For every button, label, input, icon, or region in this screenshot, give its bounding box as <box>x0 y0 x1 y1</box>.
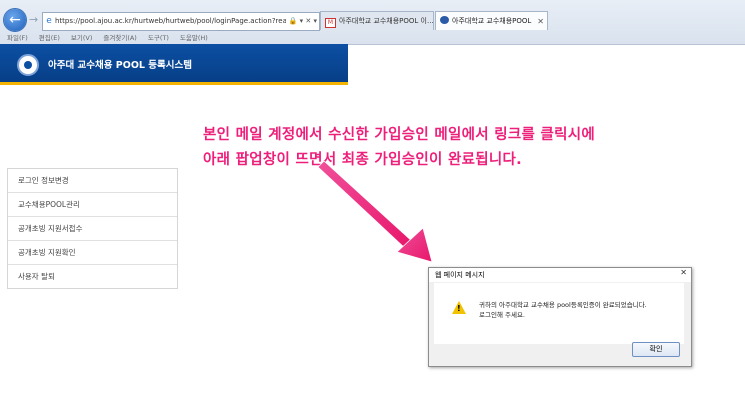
menu-favorites[interactable]: 즐겨찾기(A) <box>103 34 136 42</box>
menu-file[interactable]: 파일(F) <box>7 34 28 42</box>
menu-edit[interactable]: 편집(E) <box>39 34 60 42</box>
arrow-head <box>396 227 433 263</box>
arrow-shaft <box>317 160 415 251</box>
menu-help[interactable]: 도움말(H) <box>180 34 208 42</box>
dialog-body: ! 귀하의 아주대학교 교수채용 pool등록인증이 완료되었습니다. 로그인해… <box>434 283 684 344</box>
warning-icon: ! <box>452 301 466 314</box>
menu-bar: 파일(F) 편집(E) 보기(V) 즐겨찾기(A) 도구(T) 도움말(H) <box>0 32 745 44</box>
site-header: 아주대 교수채용 POOL 등록시스템 <box>0 44 348 85</box>
address-url: https://pool.ajou.ac.kr/hurtweb/hurtweb/… <box>55 17 300 25</box>
web-page-message-dialog: 웹 페이지 메시지 ✕ ! 귀하의 아주대학교 교수채용 pool등록인증이 완… <box>428 267 692 367</box>
address-tools[interactable]: 🔒 ▾ ✕ ▾ <box>285 13 317 30</box>
close-icon[interactable]: ✕ <box>680 268 687 277</box>
close-tab-icon[interactable]: ✕ <box>537 12 544 30</box>
tab-label: 아주대학교 교수채용POOL <box>452 17 532 25</box>
browser-toolbar: ← → e https://pool.ajou.ac.kr/hurtweb/hur… <box>0 0 745 45</box>
dialog-title: 웹 페이지 메시지 <box>429 268 691 282</box>
sidebar-item-application-check[interactable]: 공개초빙 지원확인 <box>8 241 177 265</box>
dialog-message: 귀하의 아주대학교 교수채용 pool등록인증이 완료되었습니다. 로그인해 주… <box>479 300 647 320</box>
forward-arrow-icon[interactable]: → <box>29 13 41 27</box>
back-arrow-icon[interactable]: ← <box>4 9 26 31</box>
ie-page-icon: e <box>46 16 52 26</box>
menu-view[interactable]: 보기(V) <box>71 34 92 42</box>
sidebar-item-application[interactable]: 공개초빙 지원서접수 <box>8 217 177 241</box>
dialog-message-line-1: 귀하의 아주대학교 교수채용 pool등록인증이 완료되었습니다. <box>479 301 647 309</box>
menu-tools[interactable]: 도구(T) <box>148 34 169 42</box>
sidebar-item-pool-manage[interactable]: 교수채용POOL관리 <box>8 193 177 217</box>
annotation-line-2: 아래 팝업창이 뜨면서 최종 가입승인이 완료됩니다. <box>203 152 522 168</box>
tab-label: 아주대학교 교수채용POOL 이... <box>339 17 434 25</box>
tab-gmail[interactable]: M 아주대학교 교수채용POOL 이... <box>320 11 434 30</box>
dialog-message-line-2: 로그인해 주세요. <box>479 311 525 319</box>
gmail-icon: M <box>325 18 336 28</box>
sidebar-menu: 로그인 정보변경 교수채용POOL관리 공개초빙 지원서접수 공개초빙 지원확인… <box>7 168 178 289</box>
ajou-logo-icon[interactable] <box>17 54 39 76</box>
ok-button[interactable]: 확인 <box>632 342 680 357</box>
sidebar-item-login-info[interactable]: 로그인 정보변경 <box>8 169 177 193</box>
address-bar[interactable]: e https://pool.ajou.ac.kr/hurtweb/hurtweb… <box>42 12 320 31</box>
tab-ajou-pool[interactable]: 아주대학교 교수채용POOL ✕ <box>435 11 548 30</box>
site-title[interactable]: 아주대 교수채용 POOL 등록시스템 <box>48 57 192 71</box>
ajou-icon <box>440 16 449 24</box>
sidebar-item-withdraw[interactable]: 사용자 탈퇴 <box>8 265 177 288</box>
annotation-line-1: 본인 메일 계정에서 수신한 가입승인 메일에서 링크를 클릭시에 <box>203 127 596 143</box>
header-stripe <box>0 82 348 85</box>
